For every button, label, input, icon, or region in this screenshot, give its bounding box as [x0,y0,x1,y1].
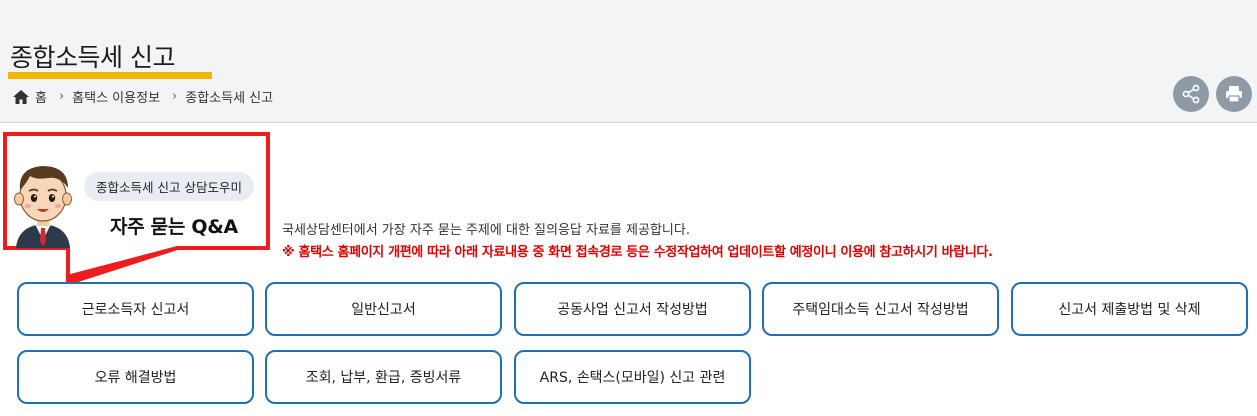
share-button[interactable] [1173,76,1209,112]
page-title: 종합소득세 신고 [10,43,175,72]
menu-button-rental-income-guide[interactable]: 주택임대소득 신고서 작성방법 [762,282,999,336]
home-icon [13,89,29,104]
menu-button-joint-business-guide[interactable]: 공동사업 신고서 작성방법 [514,282,751,336]
breadcrumb-home[interactable]: 홈 [12,87,47,106]
printer-icon [1226,86,1242,103]
breadcrumb-separator-icon: › [172,89,178,104]
menu-button-general-return[interactable]: 일반신고서 [265,282,502,336]
notice-text: ※ 홈택스 홈페이지 개편에 따라 아래 자료내용 중 화면 접속경로 등은 수… [282,245,993,260]
print-button[interactable] [1216,76,1252,112]
breadcrumb-home-label: 홈 [35,91,47,106]
menu-button-submit-delete[interactable]: 신고서 제출방법 및 삭제 [1011,282,1248,336]
menu-button-inquiry-payment-refund[interactable]: 조회, 납부, 환급, 증빙서류 [265,350,502,404]
callout-tail [64,246,190,284]
breadcrumb-item-income-tax[interactable]: 종합소득세 신고 [185,87,273,106]
breadcrumb-separator-icon: › [58,89,65,104]
menu-button-earned-income-return[interactable]: 근로소득자 신고서 [17,282,254,336]
helper-title: 자주 묻는 Q&A [110,216,238,238]
title-underline [8,72,212,79]
helper-bubble: 종합소득세 신고 상담도우미 [84,172,254,201]
menu-button-error-solutions[interactable]: 오류 해결방법 [17,350,254,404]
consultant-avatar [14,166,72,248]
share-icon [1182,84,1200,104]
intro-text: 국세상담센터에서 가장 자주 묻는 주제에 대한 질의응답 자료를 제공합니다. [282,223,690,238]
breadcrumb-item-hometax-info[interactable]: 홈택스 이용정보 [72,87,160,106]
menu-button-ars-mobile[interactable]: ARS, 손택스(모바일) 신고 관련 [514,350,751,404]
breadcrumb: 홈 › 홈택스 이용정보 › 종합소득세 신고 [12,87,273,106]
